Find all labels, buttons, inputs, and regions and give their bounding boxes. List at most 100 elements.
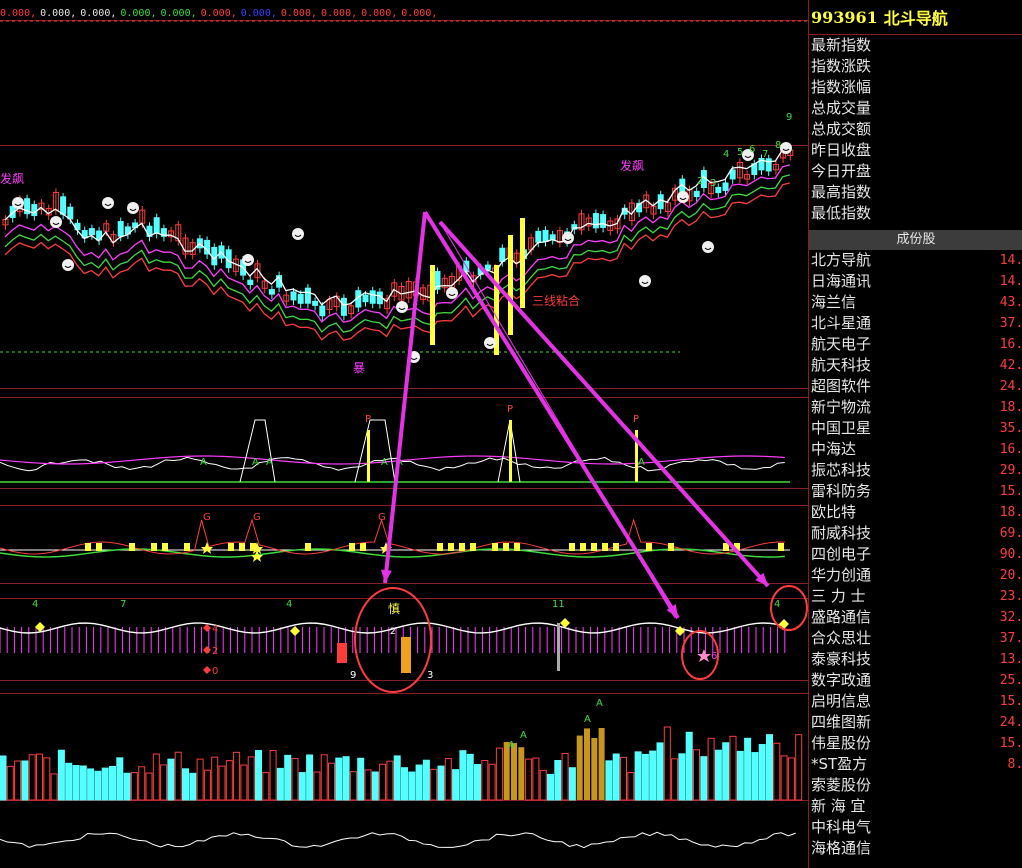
component-row[interactable]: 航天科技 42.3 [809, 355, 1022, 376]
kline-chart[interactable]: 发飙发飙暴三线粘合45678923PPPAAAAAAGGG420474114慎2… [0, 0, 808, 868]
volume-bar [663, 726, 671, 801]
star-icon [201, 542, 213, 554]
volume-bar [349, 771, 357, 801]
component-name: 日海通讯 [811, 272, 872, 290]
volume-bar [758, 744, 766, 801]
component-row[interactable]: 欧比特 18.7 [809, 502, 1022, 523]
volume-bar [269, 750, 277, 801]
volume-bar [189, 772, 197, 801]
volume-bar [612, 753, 620, 801]
shen-label: 慎 [388, 602, 400, 616]
top-digit: 3 [710, 178, 716, 189]
volume-bar [218, 765, 226, 801]
candle [319, 305, 326, 317]
component-row[interactable]: 雷科防务 15.0 [809, 481, 1022, 502]
smiley-icon [292, 228, 304, 240]
volume-bar [342, 756, 350, 801]
g-marker: G [253, 512, 261, 523]
component-name: 雷科防务 [811, 482, 872, 500]
components-list[interactable]: 北方导航14.8日海通讯 14.9 海兰信43.5北斗星通37.0航天电子16.9航… [809, 250, 1022, 859]
volume-bar [0, 755, 7, 801]
component-row[interactable]: 北斗星通 37.0 [809, 313, 1022, 334]
component-name: 中科电气 [811, 818, 872, 836]
component-row[interactable]: *ST盈方 8.8 [809, 754, 1022, 775]
component-row[interactable]: 北方导航 14.8 [809, 250, 1022, 271]
volume-bar [211, 756, 219, 801]
component-row[interactable]: 数字政通 25.5 [809, 670, 1022, 691]
indicator-value: 0.000, [40, 8, 77, 19]
component-value: 43.5 [999, 295, 1022, 310]
component-row[interactable]: 航天电子 16.9 [809, 334, 1022, 355]
quote-panel: 993961 北斗导航 最新指数 指数涨跌 指数涨幅 总成交量 总成交额 昨日收盘 今日开盘… [808, 0, 1022, 868]
component-row[interactable]: 伟星股份 15.5 [809, 733, 1022, 754]
indicator-value: 0.000, [401, 8, 438, 19]
volume-bar [766, 734, 773, 801]
component-row[interactable]: 海格通信 [809, 838, 1022, 859]
index-name: 北斗导航 [883, 9, 948, 28]
component-value: 14.9 [999, 274, 1022, 289]
component-row[interactable]: 盛路通信 32.6 [809, 607, 1022, 628]
volume-bar [539, 769, 547, 801]
volume-bar [87, 768, 95, 801]
component-row[interactable]: 合众思壮 37.8 [809, 628, 1022, 649]
component-value: 16.9 [999, 337, 1022, 352]
signal-bar [580, 543, 586, 551]
volume-bar [284, 754, 292, 801]
component-name: 北方导航 [811, 251, 872, 269]
component-name: 华力创通 [811, 566, 872, 584]
volume-bar [357, 757, 365, 801]
volume-bar [736, 750, 744, 801]
component-value: 13.7 [999, 652, 1022, 667]
candle [290, 291, 297, 301]
component-row[interactable]: 启明信息 15.3 [809, 691, 1022, 712]
component-row[interactable]: 海兰信 43.5 [809, 292, 1022, 313]
component-row[interactable]: 中科电气 [809, 817, 1022, 838]
component-row[interactable]: 中国卫星 35.8 [809, 418, 1022, 439]
component-row[interactable]: 耐威科技 69.9 [809, 523, 1022, 544]
component-row[interactable]: 振芯科技 29.5 [809, 460, 1022, 481]
quote-field-label: 今日开盘 [811, 162, 872, 180]
volume-bar [729, 735, 737, 801]
osc-small: 2 [390, 627, 396, 637]
component-row[interactable]: 超图软件 24.9 [809, 376, 1022, 397]
volume-bar [751, 752, 759, 801]
component-row[interactable]: 四维图新 24.9 [809, 712, 1022, 733]
component-row[interactable]: 三 力 士 23.9 [809, 586, 1022, 607]
volume-bar [145, 772, 153, 801]
quote-field-label: 指数涨幅 [811, 78, 872, 96]
component-value: 37.0 [999, 316, 1022, 331]
a-marker: A [638, 457, 645, 468]
volume-bar [255, 750, 262, 801]
smiley-icon [484, 337, 496, 349]
kline-chart-area[interactable]: 发飙发飙暴三线粘合45678923PPPAAAAAAGGG420474114慎2… [0, 0, 808, 868]
component-row[interactable]: 新 海 宜 [809, 796, 1022, 817]
component-row[interactable]: 泰豪科技 13.7 [809, 649, 1022, 670]
volume-bar [780, 755, 788, 801]
component-row[interactable]: 四创电子 90.0 [809, 544, 1022, 565]
volume-bar [109, 766, 116, 801]
candle [592, 213, 599, 229]
volume-bar [298, 772, 306, 801]
volume-bar [247, 756, 255, 801]
candle [499, 247, 506, 262]
component-value: 32.6 [999, 610, 1022, 625]
component-row[interactable]: 新宁物流 18.6 [809, 397, 1022, 418]
candle [693, 190, 700, 198]
volume-bar [547, 773, 554, 801]
component-row[interactable]: 日海通讯 14.9 [809, 271, 1022, 292]
signal-bar [520, 218, 525, 308]
volume-bar [678, 753, 686, 801]
component-row[interactable]: 索菱股份 [809, 775, 1022, 796]
p-marker: P [633, 414, 639, 425]
volume-bar [415, 764, 423, 801]
component-value: 29.5 [999, 463, 1022, 478]
component-row[interactable]: 中海达 16.6 [809, 439, 1022, 460]
candle [535, 230, 542, 243]
volume-bar [379, 763, 387, 801]
p-marker: P [365, 414, 371, 425]
components-tab[interactable]: 成份股 [809, 230, 1022, 250]
smiley-icon [639, 275, 651, 287]
component-row[interactable]: 华力创通 20.4 [809, 565, 1022, 586]
signal-bar [459, 543, 465, 551]
signal-bar [503, 543, 509, 551]
